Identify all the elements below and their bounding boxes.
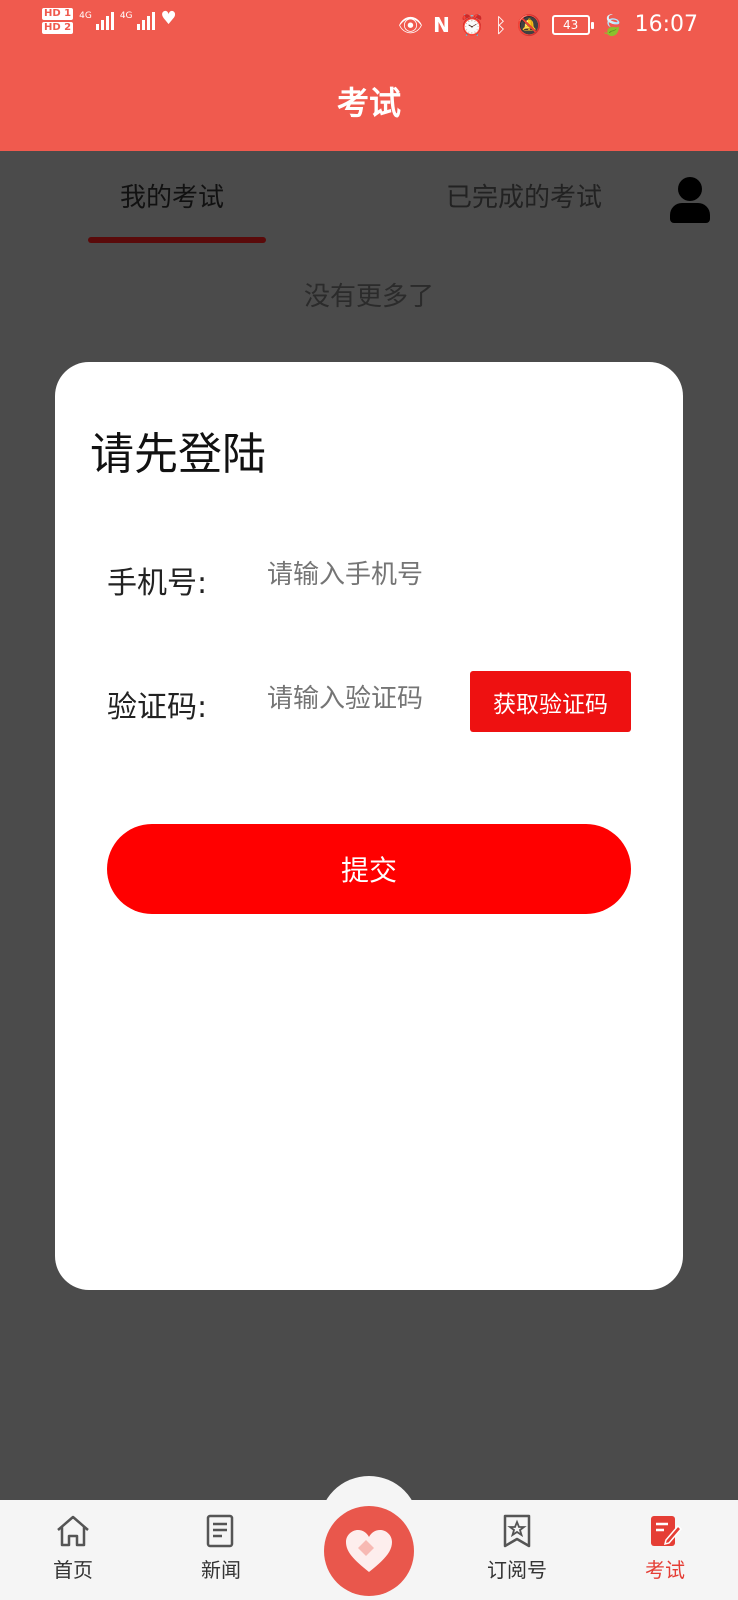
phone-label: 手机号: (107, 566, 208, 601)
mute-icon: 🔕 (516, 12, 542, 37)
page-title: 考试 (336, 84, 401, 122)
signal-1-icon: 4G (79, 8, 114, 30)
nav-exam[interactable]: 考试 (620, 1512, 710, 1583)
nav-home-label: 首页 (53, 1558, 93, 1582)
hd1-badge: HD 1 (42, 8, 74, 20)
active-tab-indicator (88, 237, 266, 243)
tab-completed-exams[interactable]: 已完成的考试 (446, 177, 602, 214)
news-icon (202, 1512, 240, 1550)
login-modal: 请先登陆 手机号: 验证码: 获取验证码 提交 (55, 362, 683, 1290)
code-input[interactable] (267, 684, 497, 714)
health-heart-icon: ♥ (160, 8, 177, 29)
empty-list-text: 没有更多了 (303, 282, 434, 312)
nfc-icon: N (433, 12, 450, 37)
hd2-badge: HD 2 (42, 22, 74, 34)
exam-tabs: 我的考试 已完成的考试 (0, 151, 738, 246)
battery-icon: 43 (551, 14, 594, 35)
eye-icon: 👁 (397, 12, 424, 37)
nav-exam-label: 考试 (645, 1558, 685, 1582)
signal-2-icon: 4G (120, 8, 155, 30)
heart-icon (346, 1530, 392, 1572)
tab-my-exams[interactable]: 我的考试 (120, 177, 224, 214)
nav-news-label: 新闻 (201, 1558, 241, 1582)
nav-subscription-label: 订阅号 (487, 1558, 547, 1582)
nav-news[interactable]: 新闻 (176, 1512, 266, 1583)
status-bar: HD 1 HD 2 4G 4G ♥ 👁 N ⏰ ᛒ 🔕 43 🍃 16:07 (0, 0, 738, 52)
home-icon (54, 1512, 92, 1550)
center-heart-button[interactable] (324, 1506, 414, 1596)
top-bar: HD 1 HD 2 4G 4G ♥ 👁 N ⏰ ᛒ 🔕 43 🍃 16:07 考… (0, 0, 738, 151)
submit-button[interactable]: 提交 (107, 824, 631, 914)
code-label: 验证码: (107, 690, 208, 725)
bluetooth-icon: ᛒ (494, 12, 507, 37)
clock: 16:07 (634, 12, 698, 37)
exam-icon (646, 1512, 684, 1550)
nav-subscription[interactable]: 订阅号 (472, 1512, 562, 1583)
modal-title: 请先登陆 (90, 429, 266, 480)
subscription-icon (498, 1512, 536, 1550)
phone-input[interactable] (267, 560, 627, 590)
nav-home[interactable]: 首页 (28, 1512, 118, 1583)
get-code-button[interactable]: 获取验证码 (470, 671, 631, 732)
user-icon[interactable] (668, 177, 712, 223)
leaf-icon: 🍃 (599, 12, 625, 37)
alarm-icon: ⏰ (459, 12, 485, 37)
